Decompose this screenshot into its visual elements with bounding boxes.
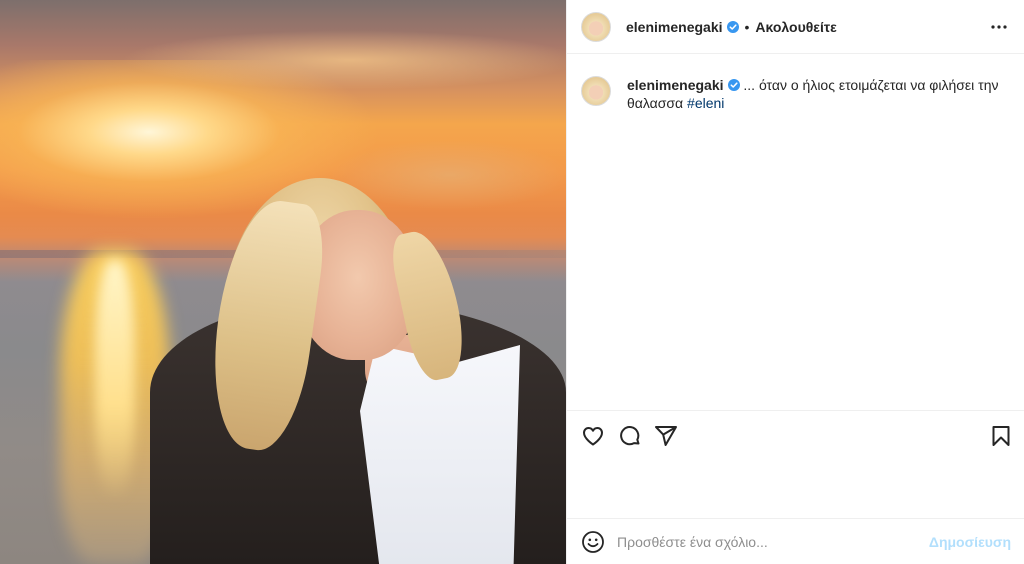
paper-plane-icon[interactable] <box>654 424 678 448</box>
avatar[interactable] <box>581 11 611 42</box>
cloud <box>120 30 566 90</box>
verified-badge-icon <box>727 79 740 91</box>
following-button[interactable]: Ακολουθείτε <box>755 19 836 35</box>
caption-username[interactable]: elenimenegaki <box>627 77 724 93</box>
post-side-panel: elenimenegaki • Ακολουθείτε elenimenegak… <box>566 0 1024 564</box>
post-comment-button[interactable]: Δημοσίευση <box>929 534 1011 550</box>
comment-bubble-icon[interactable] <box>618 424 642 448</box>
post-header: elenimenegaki • Ακολουθείτε <box>567 0 1024 54</box>
comment-input[interactable] <box>617 533 917 550</box>
hashtag-link[interactable]: #eleni <box>687 95 724 111</box>
separator-dot: • <box>744 18 750 35</box>
header-username[interactable]: elenimenegaki <box>626 19 723 35</box>
verified-badge-icon <box>726 20 739 33</box>
post-photo[interactable] <box>0 0 566 564</box>
emoji-smile-icon[interactable] <box>581 530 605 554</box>
sun-reflection-core <box>95 260 135 500</box>
person <box>150 170 566 564</box>
caption-text: elenimenegaki ... όταν ο ήλιος ετοιμάζετ… <box>627 76 1001 112</box>
more-options-icon[interactable] <box>989 17 1009 37</box>
heart-icon[interactable] <box>581 424 605 448</box>
post-actions <box>567 410 1024 460</box>
caption-avatar[interactable] <box>581 76 611 106</box>
post-caption: elenimenegaki ... όταν ο ήλιος ετοιμάζετ… <box>581 76 1001 112</box>
bookmark-icon[interactable] <box>989 424 1013 448</box>
comment-bar: Δημοσίευση <box>567 518 1024 564</box>
